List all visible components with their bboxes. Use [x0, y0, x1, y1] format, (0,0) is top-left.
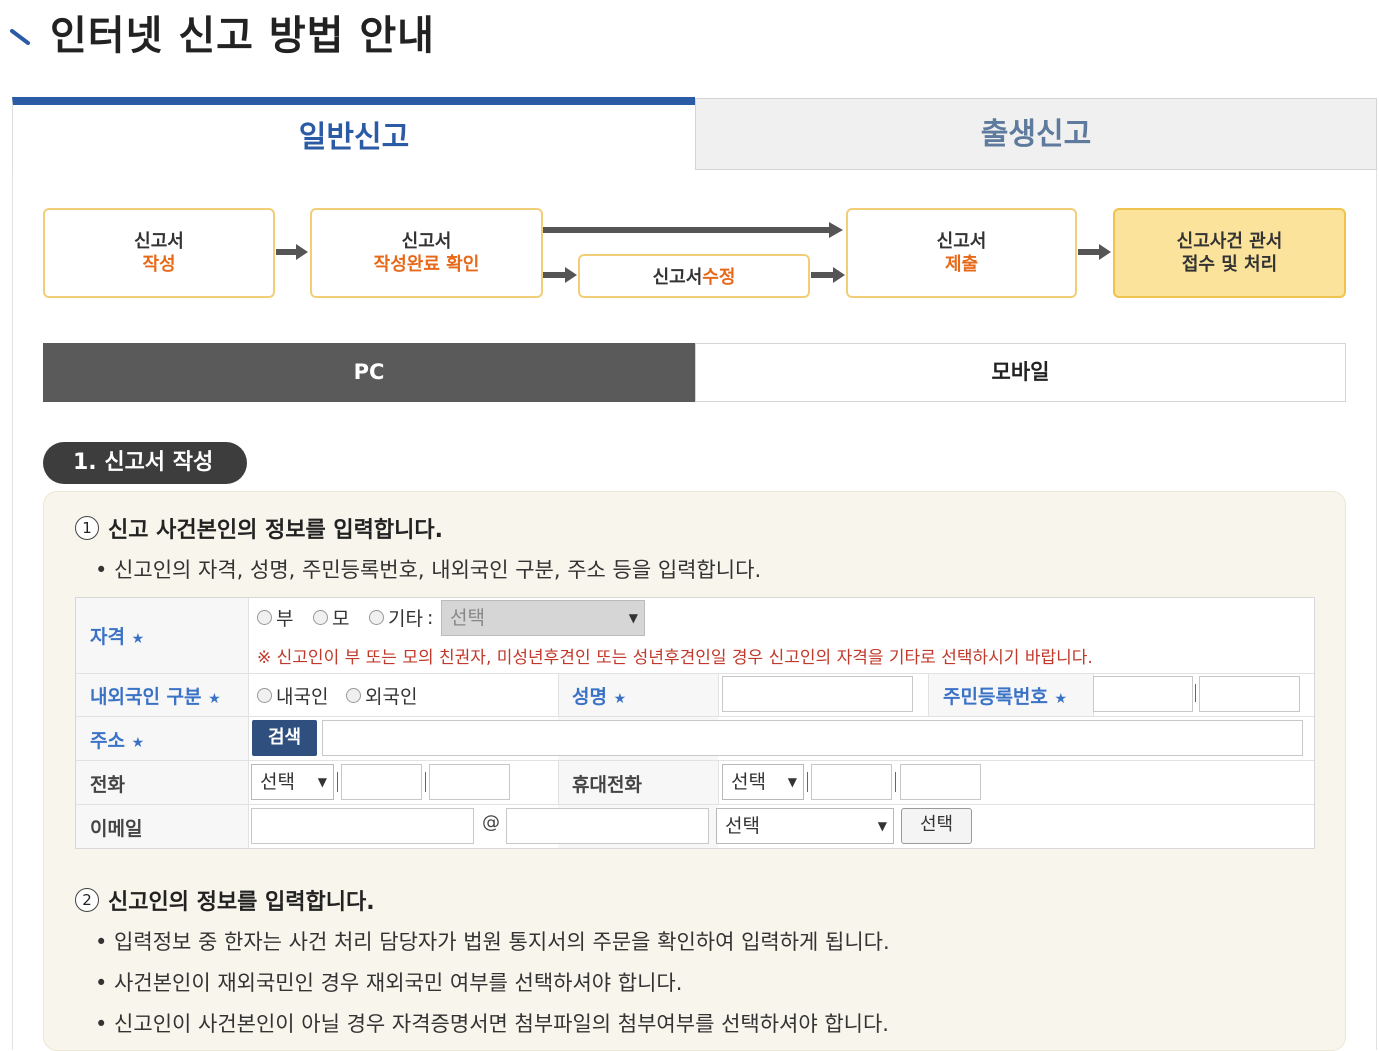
email-label: 이메일 — [90, 818, 143, 840]
flow-step-confirm: 신고서 작성완료 확인 — [310, 208, 543, 298]
radio-label: 기타 — [388, 608, 423, 630]
qualification-select[interactable]: 선택 ▼ — [441, 600, 645, 636]
arrow-right-icon — [1078, 244, 1111, 260]
tab-general-report[interactable]: 일반신고 — [12, 97, 695, 171]
required-star-icon: ★ — [208, 691, 221, 707]
caret-down-icon: ▼ — [628, 611, 638, 625]
step-bullet: • 사건본인이 재외국민인 경우 재외국민 여부를 선택하셔야 합니다. — [95, 971, 683, 995]
mobile-prefix-select[interactable]: 선택 ▼ — [722, 764, 804, 800]
page-title: 인터넷 신고 방법 안내 — [50, 13, 435, 59]
title-stroke-icon — [10, 29, 30, 45]
flow-step-line: 신고서 — [652, 267, 703, 288]
flow-step-line: 신고서 — [936, 231, 987, 252]
flow-step-modify: 신고서 수정 — [578, 254, 810, 298]
rrn-back-input[interactable] — [1199, 676, 1300, 712]
address-search-button[interactable]: 검색 — [252, 720, 317, 756]
caret-down-icon: ▼ — [787, 775, 797, 789]
qualification-label-text: 자격 — [90, 626, 125, 648]
name-label: 성명 ★ — [572, 682, 626, 709]
email-choose-button[interactable]: 선택 — [901, 808, 972, 844]
name-input[interactable] — [722, 676, 913, 712]
flow-step-line: 신고서 — [134, 231, 184, 252]
email-domain-input[interactable] — [506, 808, 709, 844]
radio-label: 외국인 — [365, 686, 418, 708]
rrn-front-input[interactable] — [1093, 676, 1193, 712]
radio-circle-icon — [257, 610, 272, 625]
section-heading: 1. 신고서 작성 — [43, 442, 247, 484]
address-label-text: 주소 — [90, 730, 125, 752]
radio-circle-icon — [257, 688, 272, 703]
address-input[interactable] — [322, 720, 1303, 756]
radio-father[interactable]: 부 — [257, 604, 293, 631]
step-bullet: • 신고인이 사건본인이 아닐 경우 자격증명서면 첨부파일의 첨부여부를 선택… — [95, 1012, 889, 1036]
email-id-input[interactable] — [251, 808, 474, 844]
mobile-label: 휴대전화 — [572, 774, 642, 796]
nationality-label: 내외국인 구분 ★ — [90, 682, 221, 709]
tab-pc[interactable]: PC — [43, 343, 695, 402]
radio-foreign[interactable]: 외국인 — [346, 682, 417, 709]
step-title: 1 신고 사건본인의 정보를 입력합니다. — [75, 512, 443, 544]
tab-birth-report[interactable]: 출생신고 — [695, 98, 1377, 170]
qualification-label: 자격 ★ — [90, 622, 144, 649]
radio-circle-icon — [369, 610, 384, 625]
flow-step-write: 신고서 작성 — [43, 208, 275, 298]
radio-domestic[interactable]: 내국인 — [257, 682, 328, 709]
arrow-right-icon — [811, 267, 845, 283]
radio-label: 내국인 — [276, 686, 329, 708]
phone-area-select[interactable]: 선택 ▼ — [251, 764, 334, 800]
radio-label: 부 — [276, 608, 294, 630]
flow-step-line: 신고서 — [401, 231, 452, 252]
step-title-text: 신고인의 정보를 입력합니다. — [108, 890, 375, 915]
required-star-icon: ★ — [1054, 691, 1068, 707]
caret-down-icon: ▼ — [877, 819, 887, 833]
select-value: 선택 — [260, 771, 295, 793]
radio-circle-icon — [313, 610, 328, 625]
step-bullet: • 입력정보 중 한자는 사건 처리 담당자가 법원 통지서의 주문을 확인하여… — [95, 930, 890, 954]
radio-label: 모 — [332, 608, 350, 630]
required-star-icon: ★ — [613, 691, 627, 707]
rrn-label-text: 주민등록번호 — [943, 686, 1048, 708]
step-title-text: 신고 사건본인의 정보를 입력합니다. — [108, 518, 443, 543]
mobile-mid-input[interactable] — [811, 764, 892, 800]
step-number: 2 — [75, 888, 99, 912]
radio-other[interactable]: 기타 : — [369, 604, 433, 631]
flow-step-accent: 수정 — [702, 267, 736, 288]
colon: : — [426, 606, 434, 629]
select-value: 선택 — [725, 815, 760, 837]
phone-last-input[interactable] — [429, 764, 510, 800]
email-at-sign: @ — [482, 812, 500, 833]
flow-step-line: 작성완료 확인 — [373, 254, 480, 275]
phone-label: 전화 — [90, 774, 125, 796]
radio-mother[interactable]: 모 — [313, 604, 349, 631]
radio-circle-icon — [346, 688, 361, 703]
qualification-notice: ※ 신고인이 부 또는 모의 친권자, 미성년후견인 또는 성년후견인일 경우 … — [257, 648, 1093, 668]
flow-step-line: 신고사건 관서 — [1176, 231, 1283, 252]
email-domain-select[interactable]: 선택 ▼ — [716, 808, 894, 844]
select-value: 선택 — [450, 607, 485, 629]
step-bullet: • 신고인의 자격, 성명, 주민등록번호, 내외국인 구분, 주소 등을 입력… — [95, 558, 762, 582]
required-star-icon: ★ — [131, 631, 145, 647]
select-value: 선택 — [731, 771, 766, 793]
required-star-icon: ★ — [131, 735, 145, 751]
caret-down-icon: ▼ — [317, 775, 327, 789]
nationality-label-text: 내외국인 구분 — [90, 686, 202, 708]
address-label: 주소 ★ — [90, 726, 144, 753]
arrow-right-icon — [543, 222, 843, 238]
phone-mid-input[interactable] — [341, 764, 422, 800]
step-title: 2 신고인의 정보를 입력합니다. — [75, 884, 375, 916]
tab-mobile[interactable]: 모바일 — [695, 343, 1346, 402]
flow-step-line: 제출 — [944, 254, 979, 275]
arrow-right-icon — [543, 267, 577, 283]
flow-step-submit: 신고서 제출 — [846, 208, 1077, 298]
name-label-text: 성명 — [572, 686, 607, 708]
mobile-last-input[interactable] — [900, 764, 981, 800]
flow-step-line: 접수 및 처리 — [1181, 254, 1278, 275]
flow-step-line: 작성 — [142, 254, 176, 275]
flow-step-processing: 신고사건 관서 접수 및 처리 — [1113, 208, 1346, 298]
rrn-label: 주민등록번호 ★ — [943, 682, 1067, 709]
step-number: 1 — [75, 516, 99, 540]
arrow-right-icon — [276, 244, 308, 260]
